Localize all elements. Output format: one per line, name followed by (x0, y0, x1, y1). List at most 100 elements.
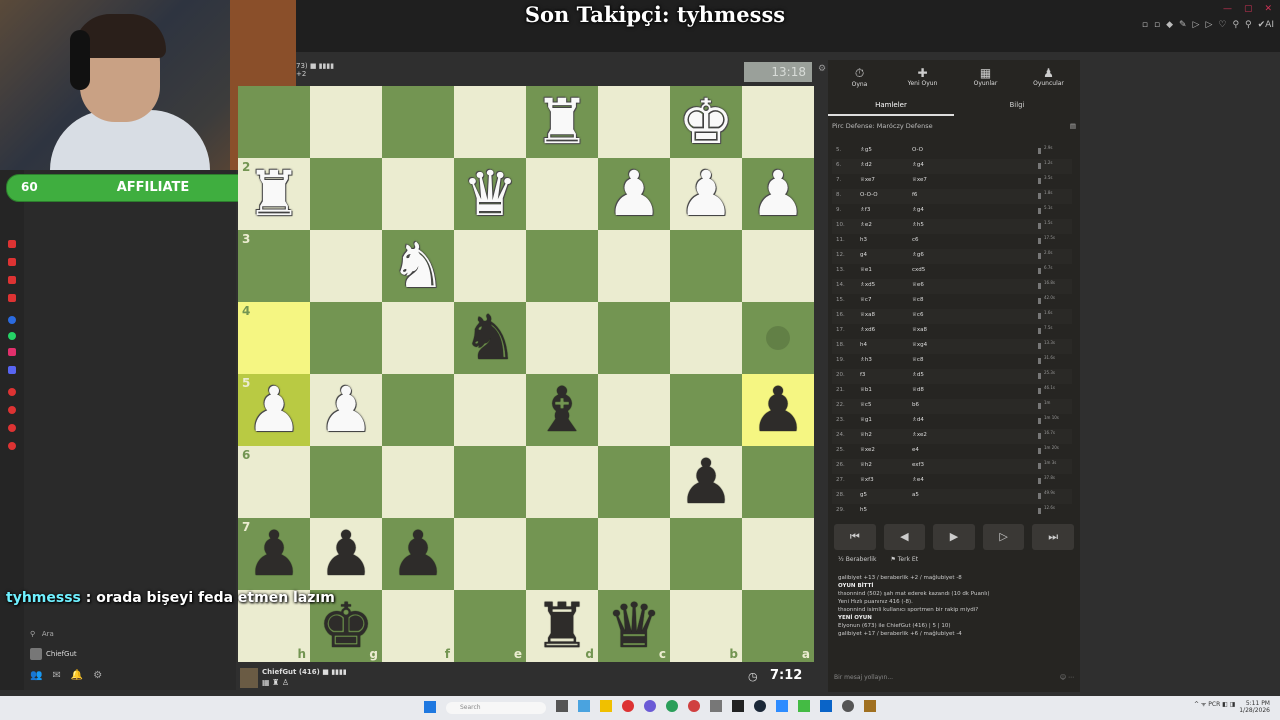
board-square[interactable] (526, 230, 598, 302)
emoji-icon[interactable]: ☺ ⋯ (1060, 674, 1074, 681)
app-icon[interactable] (776, 700, 788, 712)
board-square[interactable] (382, 158, 454, 230)
board-square[interactable]: 7 ♟ (238, 518, 310, 590)
app-icon[interactable] (8, 442, 16, 450)
black-queen-piece[interactable]: ♛ (606, 590, 662, 662)
move-row[interactable]: 13. ♕e1 cxd5 6.7s (832, 264, 1072, 279)
board-square[interactable]: ♟ (742, 158, 814, 230)
app-icon[interactable] (798, 700, 810, 712)
last-move-button[interactable]: ⏭ (1032, 524, 1074, 550)
board-square[interactable] (454, 518, 526, 590)
extension-icon[interactable]: ▷ (1193, 20, 1200, 30)
board-square[interactable]: c ♛ (598, 590, 670, 662)
board-square[interactable] (598, 230, 670, 302)
board-square[interactable] (310, 446, 382, 518)
instagram-icon[interactable] (8, 348, 16, 356)
app-icon[interactable] (578, 700, 590, 712)
draw-button[interactable]: ½ Beraberlik (838, 556, 876, 568)
app-icon[interactable] (8, 388, 16, 396)
board-square[interactable]: ♛ (454, 158, 526, 230)
white-move[interactable]: ♗xd5 (860, 282, 875, 288)
whatsapp-icon[interactable] (8, 332, 16, 340)
black-move[interactable]: ♗d4 (912, 417, 924, 423)
move-row[interactable]: 24. ♕h2 ♗xe2 16.7s (832, 429, 1072, 444)
window-controls[interactable]: — ▢ ✕ (1223, 4, 1272, 14)
white-pawn-piece[interactable]: ♟ (246, 374, 302, 446)
extension-icon[interactable]: ▫ (1142, 20, 1148, 30)
app-icon[interactable] (8, 258, 16, 266)
white-knight-piece[interactable]: ♞ (390, 230, 446, 302)
black-bishop-piece[interactable]: ♝ (534, 374, 590, 446)
nav-tab[interactable]: ✚ Yeni Oyun (891, 60, 954, 96)
board-square[interactable] (598, 86, 670, 158)
move-row[interactable]: 21. ♕b1 ♕d8 46.1s (832, 384, 1072, 399)
sidebar-user[interactable]: ChiefGut (30, 648, 77, 660)
messenger-icon[interactable] (8, 316, 16, 324)
board-square[interactable] (598, 302, 670, 374)
extension-icon[interactable]: ⚲ (1232, 20, 1239, 30)
board-square[interactable]: ♝ (526, 374, 598, 446)
white-move[interactable]: ♕e1 (860, 267, 872, 273)
black-pawn-piece[interactable]: ♟ (678, 446, 734, 518)
maximize-icon[interactable]: ▢ (1244, 4, 1253, 14)
black-pawn-piece[interactable]: ♟ (246, 518, 302, 590)
board-square[interactable]: ♟ (670, 446, 742, 518)
white-pawn-piece[interactable]: ♟ (678, 158, 734, 230)
white-move[interactable]: ♕h2 (860, 462, 872, 468)
board-square[interactable] (670, 374, 742, 446)
app-icon[interactable] (820, 700, 832, 712)
white-move[interactable]: ♗xd6 (860, 327, 875, 333)
board-square[interactable] (670, 230, 742, 302)
prev-move-button[interactable]: ◀ (883, 524, 926, 550)
board-square[interactable] (454, 446, 526, 518)
black-move[interactable]: ♗g6 (912, 252, 924, 258)
board-square[interactable] (742, 518, 814, 590)
black-pawn-piece[interactable]: ♟ (318, 518, 374, 590)
windows-start-icon[interactable] (424, 701, 436, 713)
board-square[interactable] (598, 374, 670, 446)
board-square[interactable]: ♟ (310, 374, 382, 446)
board-square[interactable] (310, 230, 382, 302)
steam-icon[interactable] (754, 700, 766, 712)
black-move[interactable]: cxd5 (912, 267, 925, 273)
move-row[interactable]: 22. ♕c5 b6 1m (832, 399, 1072, 414)
move-row[interactable]: 28. g5 a5 49.9s (832, 489, 1072, 504)
board-square[interactable]: e (454, 590, 526, 662)
black-pawn-piece[interactable]: ♟ (750, 374, 806, 446)
app-icon[interactable] (8, 276, 16, 284)
move-row[interactable]: 20. f3 ♗d5 25.3s (832, 369, 1072, 384)
next-move-button[interactable]: ▷ (982, 524, 1025, 550)
black-move[interactable]: ♗h5 (912, 222, 924, 228)
white-pawn-piece[interactable]: ♟ (606, 158, 662, 230)
white-queen-piece[interactable]: ♛ (462, 158, 518, 230)
move-row[interactable]: 6. ♗d2 ♗g4 1.2s (832, 159, 1072, 174)
move-row[interactable]: 25. ♕xe2 e4 1m 20s (832, 444, 1072, 459)
sub-tab[interactable]: Hamleler (828, 96, 954, 116)
white-move[interactable]: ♗d2 (860, 162, 872, 168)
folder-icon[interactable] (600, 700, 612, 712)
board-square[interactable] (382, 446, 454, 518)
white-rook-piece[interactable]: ♜ (534, 86, 590, 158)
white-move[interactable]: ♕b1 (860, 387, 872, 393)
app-icon[interactable] (732, 700, 744, 712)
extension-icon[interactable]: ✎ (1179, 20, 1187, 30)
move-row[interactable]: 9. ♗f3 ♗g4 5.1s (832, 204, 1072, 219)
resign-button[interactable]: ⚑ Terk Et (890, 556, 918, 568)
white-pawn-piece[interactable]: ♟ (318, 374, 374, 446)
move-row[interactable]: 5. ♗g5 O-O 2.9s (832, 144, 1072, 159)
black-rook-piece[interactable]: ♜ (534, 590, 590, 662)
board-square[interactable]: ♟ (742, 374, 814, 446)
board-square[interactable] (238, 86, 310, 158)
nav-tab[interactable]: ▦ Oyunlar (954, 60, 1017, 96)
black-move[interactable]: ♕xa8 (912, 327, 927, 333)
black-move[interactable]: exf3 (912, 462, 924, 468)
move-row[interactable]: 10. ♗e2 ♗h5 1.5s (832, 219, 1072, 234)
black-move[interactable]: a5 (912, 492, 919, 498)
app-icon[interactable] (8, 294, 16, 302)
extension-icon[interactable]: ♡ (1218, 20, 1226, 30)
move-row[interactable]: 19. ♗h3 ♕c8 31.6s (832, 354, 1072, 369)
white-rook-piece[interactable]: ♜ (246, 158, 302, 230)
app-icon[interactable] (644, 700, 656, 712)
white-move[interactable]: ♗h3 (860, 357, 872, 363)
sub-tab[interactable]: Bilgi (954, 96, 1080, 116)
